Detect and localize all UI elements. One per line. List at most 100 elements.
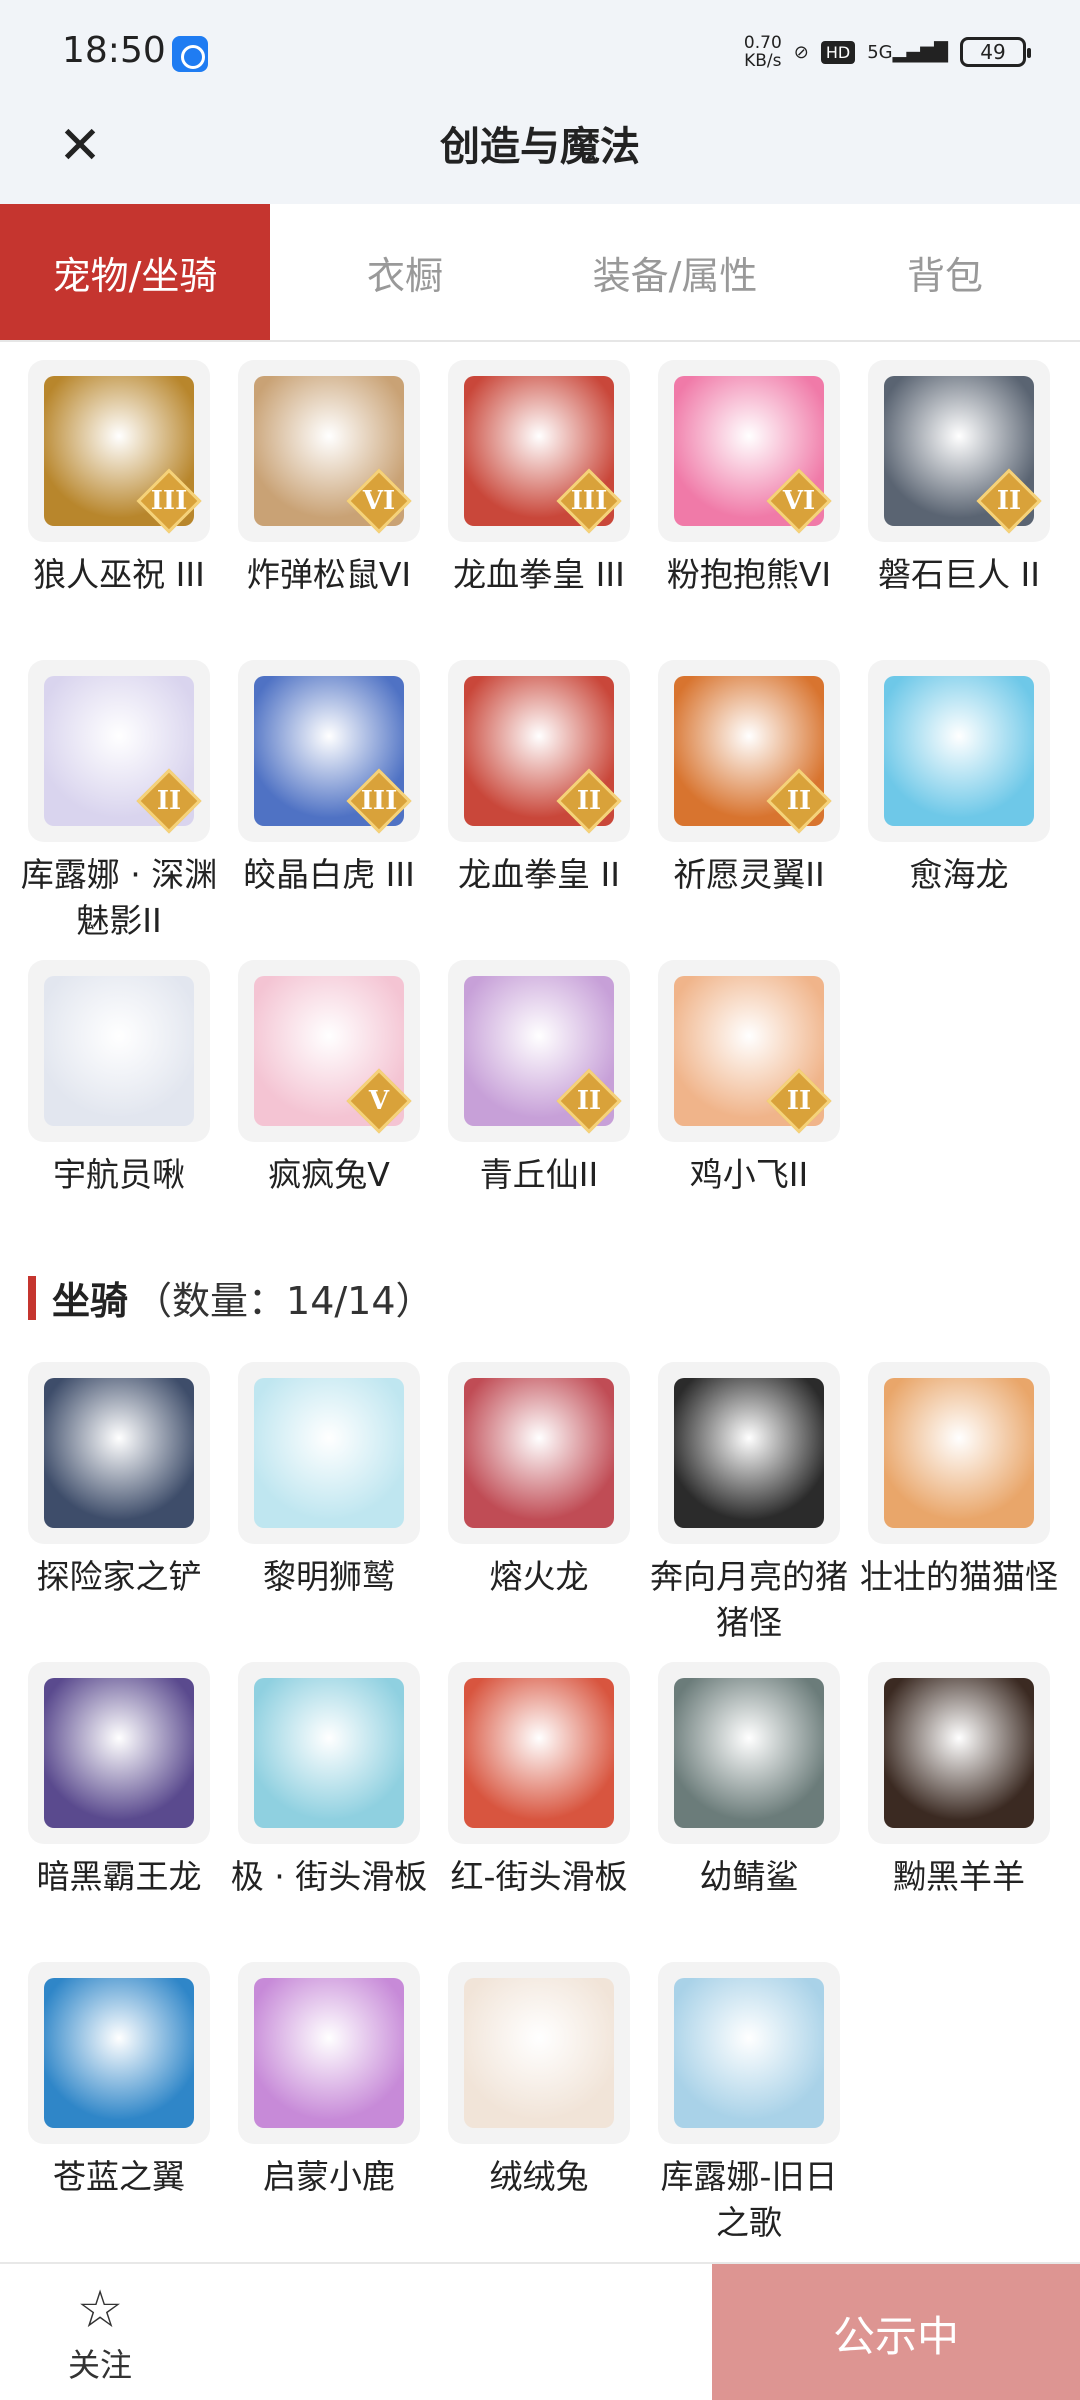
pet-card[interactable]: 愈海龙 <box>854 660 1064 898</box>
mount-card[interactable]: 库露娜-旧日之歌 <box>644 1962 854 2246</box>
pet-name: 疯疯兔V <box>268 1155 390 1194</box>
content-area: III 狼人巫祝 III VI 炸弹松鼠VI III 龙血拳皇 III VI 粉抱抱熊VI II… <box>0 342 1080 2262</box>
mount-card[interactable]: 奔向月亮的猪猪怪 <box>644 1362 854 1646</box>
tier-label: II <box>156 786 182 816</box>
pet-thumbnail: III <box>238 660 420 842</box>
app-notification-icon <box>172 36 208 72</box>
status-bar: 18:50 0.70 KB/s ⊘ HD 5G▂▄▆█ 49 <box>0 0 1080 100</box>
pet-card[interactable]: II 磐石巨人 II <box>854 360 1064 598</box>
mount-name: 黝黑羊羊 <box>893 1857 1025 1896</box>
pet-card[interactable]: 宇航员啾 <box>14 960 224 1198</box>
pet-name: 狼人巫祝 III <box>33 555 205 594</box>
mount-name: 启蒙小鹿 <box>263 2157 395 2196</box>
mount-image <box>464 1678 614 1828</box>
pet-name: 炸弹松鼠VI <box>246 555 412 594</box>
follow-button[interactable]: ☆ 关注 <box>40 2282 160 2392</box>
pet-card[interactable]: V 疯疯兔V <box>224 960 434 1198</box>
tier-label: III <box>150 486 188 516</box>
mount-card[interactable]: 熔火龙 <box>434 1362 644 1600</box>
mount-card[interactable]: 红-街头滑板 <box>434 1662 644 1900</box>
mount-thumbnail <box>658 1662 840 1844</box>
publicity-status-button[interactable]: 公示中 <box>712 2264 1080 2400</box>
pet-thumbnail: II <box>28 660 210 842</box>
mount-name: 极 · 街头滑板 <box>230 1857 428 1896</box>
tier-label: VI <box>782 486 816 516</box>
mount-image <box>884 1678 1034 1828</box>
mount-image <box>674 1378 824 1528</box>
pet-card[interactable]: III 龙血拳皇 III <box>434 360 644 598</box>
pet-card[interactable]: II 鸡小飞II <box>644 960 854 1198</box>
pet-thumbnail: II <box>868 360 1050 542</box>
mount-image <box>44 1678 194 1828</box>
pet-thumbnail: II <box>658 960 840 1142</box>
pet-thumbnail: II <box>448 960 630 1142</box>
mount-thumbnail <box>28 1662 210 1844</box>
star-icon: ☆ <box>76 2280 124 2340</box>
net-speed: 0.70 KB/s <box>744 34 782 70</box>
mount-thumbnail <box>448 1662 630 1844</box>
mount-card[interactable]: 壮壮的猫猫怪 <box>854 1362 1064 1600</box>
pet-card[interactable]: VI 粉抱抱熊VI <box>644 360 854 598</box>
tier-label: II <box>576 1086 602 1116</box>
tier-label: II <box>786 1086 812 1116</box>
pet-thumbnail <box>868 660 1050 842</box>
mounts-section-header: 坐骑 （数量：14/14） <box>28 1270 434 1325</box>
mount-image <box>464 1978 614 2128</box>
pet-thumbnail: III <box>28 360 210 542</box>
pet-card[interactable]: II 龙血拳皇 II <box>434 660 644 898</box>
pet-card[interactable]: III 皎晶白虎 III <box>224 660 434 898</box>
pet-card[interactable]: II 青丘仙II <box>434 960 644 1198</box>
tier-label: II <box>576 786 602 816</box>
mount-card[interactable]: 幼鲭鲨 <box>644 1662 854 1900</box>
section-accent-bar <box>28 1275 36 1320</box>
mount-card[interactable]: 极 · 街头滑板 <box>224 1662 434 1900</box>
pet-card[interactable]: II 祈愿灵翼II <box>644 660 854 898</box>
mount-thumbnail <box>238 1962 420 2144</box>
mount-image <box>254 1978 404 2128</box>
mount-name: 壮壮的猫猫怪 <box>860 1557 1058 1596</box>
tier-label: II <box>996 486 1022 516</box>
mount-card[interactable]: 苍蓝之翼 <box>14 1962 224 2200</box>
mount-thumbnail <box>448 1362 630 1544</box>
hd-badge: HD <box>820 40 856 64</box>
follow-label: 关注 <box>67 2346 132 2384</box>
pet-card[interactable]: III 狼人巫祝 III <box>14 360 224 598</box>
mount-image <box>254 1378 404 1528</box>
mount-card[interactable]: 黎明狮鹫 <box>224 1362 434 1600</box>
net-speed-value: 0.70 <box>743 33 782 53</box>
mount-image <box>674 1978 824 2128</box>
tab-wardrobe[interactable]: 衣橱 <box>270 204 540 340</box>
battery-icon: 49 <box>960 37 1031 67</box>
mount-image <box>254 1678 404 1828</box>
mount-image <box>464 1378 614 1528</box>
tab-equipment[interactable]: 装备/属性 <box>540 204 810 340</box>
pet-image <box>884 676 1034 826</box>
status-time: 18:50 <box>62 30 166 71</box>
signal-label: 5G <box>867 41 893 63</box>
pet-thumbnail <box>28 960 210 1142</box>
mount-image <box>674 1678 824 1828</box>
tab-pets-mounts[interactable]: 宠物/坐骑 <box>0 204 270 340</box>
mount-card[interactable]: 绒绒兔 <box>434 1962 644 2200</box>
mounts-section-count: （数量：14/14） <box>134 1279 434 1323</box>
mount-name: 奔向月亮的猪猪怪 <box>650 1557 848 1642</box>
pet-thumbnail: V <box>238 960 420 1142</box>
pet-name: 库露娜 · 深渊魅影II <box>20 855 218 940</box>
status-indicators: 0.70 KB/s ⊘ HD 5G▂▄▆█ 49 <box>744 34 1031 70</box>
pet-thumbnail: VI <box>658 360 840 542</box>
pet-card[interactable]: VI 炸弹松鼠VI <box>224 360 434 598</box>
tab-backpack[interactable]: 背包 <box>810 204 1080 340</box>
pet-name: 青丘仙II <box>479 1155 599 1194</box>
mount-card[interactable]: 暗黑霸王龙 <box>14 1662 224 1900</box>
link-icon: ⊘ <box>793 41 809 63</box>
mount-thumbnail <box>658 1362 840 1544</box>
mount-card[interactable]: 黝黑羊羊 <box>854 1662 1064 1900</box>
mount-thumbnail <box>658 1962 840 2144</box>
mount-card[interactable]: 探险家之铲 <box>14 1362 224 1600</box>
pet-card[interactable]: II 库露娜 · 深渊魅影II <box>14 660 224 944</box>
mount-image <box>44 1978 194 2128</box>
mount-name: 绒绒兔 <box>489 2157 589 2196</box>
mount-card[interactable]: 启蒙小鹿 <box>224 1962 434 2200</box>
mount-name: 红-街头滑板 <box>450 1857 628 1896</box>
tier-label: II <box>786 786 812 816</box>
